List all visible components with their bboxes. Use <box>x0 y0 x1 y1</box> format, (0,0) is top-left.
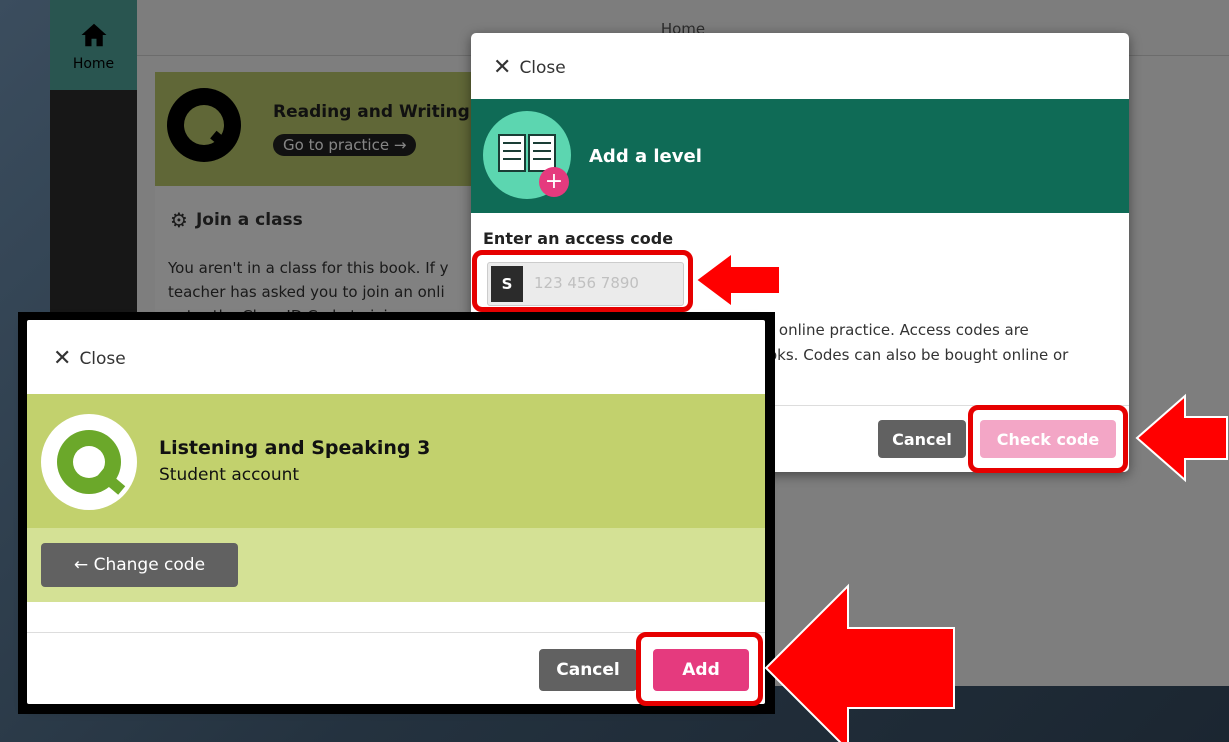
highlight-box <box>472 250 693 312</box>
change-code-bar: ← Change code <box>27 528 765 602</box>
highlight-box <box>968 405 1128 473</box>
close-icon: ✕ <box>53 346 72 371</box>
close-icon: ✕ <box>493 55 512 80</box>
plus-badge-icon: + <box>539 167 569 197</box>
highlight-box <box>636 632 763 706</box>
add-level-header: + Add a level <box>471 99 1129 213</box>
add-level-title: Add a level <box>589 146 702 167</box>
level-header: Listening and Speaking 3 Student account <box>27 394 765 528</box>
close-label: Close <box>79 348 126 369</box>
arrow-pointer-icon <box>694 251 781 309</box>
change-code-button[interactable]: ← Change code <box>41 543 238 587</box>
arrow-pointer-icon <box>764 583 955 742</box>
close-button[interactable]: ✕ Close <box>493 55 566 80</box>
close-label: Close <box>519 57 566 78</box>
level-name: Listening and Speaking 3 <box>159 437 431 459</box>
info-text: oks. Codes can also be bought online or <box>768 346 1069 364</box>
account-type: Student account <box>159 465 300 485</box>
arrow-pointer-icon <box>1135 393 1228 483</box>
level-logo <box>41 414 137 510</box>
cancel-button[interactable]: Cancel <box>878 420 966 458</box>
cancel-button[interactable]: Cancel <box>539 649 637 691</box>
book-icon: + <box>483 111 571 199</box>
info-text: r online practice. Access codes are <box>768 321 1029 339</box>
close-button[interactable]: ✕ Close <box>53 346 126 371</box>
access-code-label: Enter an access code <box>483 229 674 248</box>
